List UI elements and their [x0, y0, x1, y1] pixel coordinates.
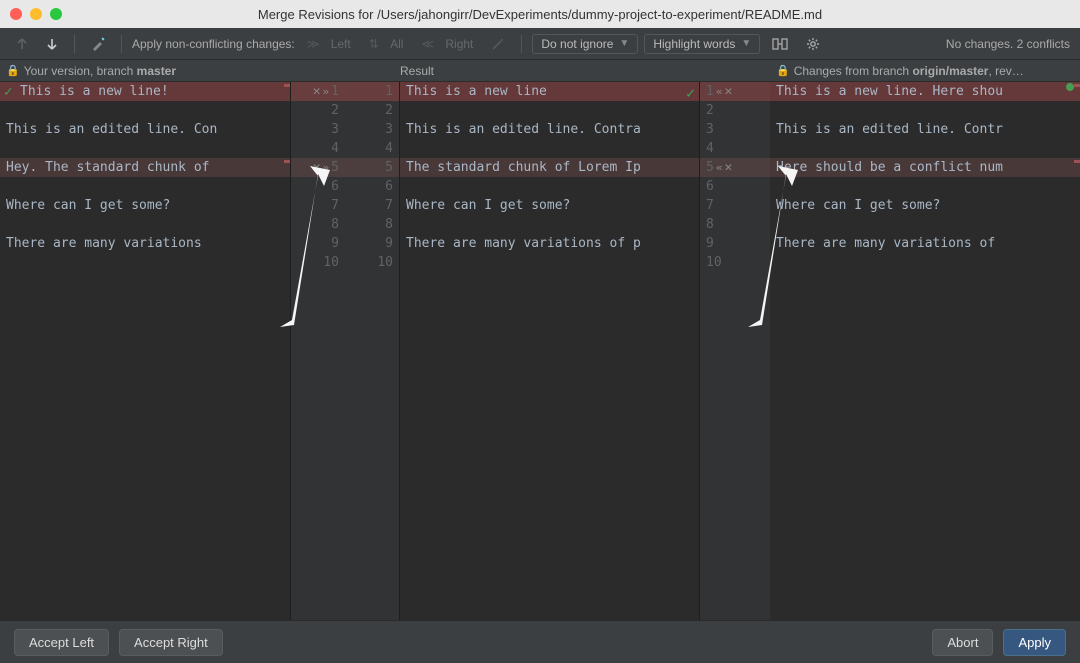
left-gutter: ✕»1 2 3 4 ✕»5 6 7 8 9 10 — [290, 82, 345, 620]
code-line — [770, 177, 1080, 196]
code-line — [0, 139, 290, 158]
code-line: The standard chunk of Lorem Ip — [400, 158, 699, 177]
merge-toolbar: Apply non-conflicting changes: ≫ Left ⇅ … — [0, 28, 1080, 60]
abort-button[interactable]: Abort — [932, 629, 993, 656]
accept-right-button[interactable]: Accept Right — [119, 629, 223, 656]
lock-icon: 🔒 — [776, 64, 790, 77]
insert-left-icon[interactable]: « — [716, 82, 723, 101]
code-line — [400, 215, 699, 234]
code-line — [0, 177, 290, 196]
apply-all-button[interactable]: ⇅ All — [363, 35, 410, 53]
code-line — [770, 139, 1080, 158]
merge-editor: ✓ This is a new line! This is an edited … — [0, 82, 1080, 620]
accept-check-icon: ✓ — [686, 84, 695, 103]
right-pane-header: 🔒 Changes from branch origin/master, rev… — [770, 60, 1080, 81]
apply-nonconflicting-label: Apply non-conflicting changes: — [132, 37, 295, 51]
code-line: This is an edited line. Contra — [400, 120, 699, 139]
lock-icon: 🔒 — [6, 64, 20, 77]
code-line: There are many variations of — [770, 234, 1080, 253]
reject-icon[interactable]: ✕ — [724, 82, 732, 101]
code-line: There are many variations of p — [400, 234, 699, 253]
zoom-window-button[interactable] — [50, 8, 62, 20]
right-gutter: 1«✕ 2 3 4 5«✕ 6 7 8 9 10 — [700, 82, 770, 620]
code-line: This is a new line — [400, 82, 699, 101]
wand-button[interactable] — [485, 35, 511, 53]
titlebar: Merge Revisions for /Users/jahongirr/Dev… — [0, 0, 1080, 28]
reject-icon[interactable]: ✕ — [313, 158, 321, 177]
code-line: There are many variations — [0, 234, 290, 253]
code-line — [0, 215, 290, 234]
result-pane-header: Result — [400, 60, 700, 81]
code-line: This is an edited line. Con — [0, 120, 290, 139]
code-line: This is a new line! — [0, 82, 290, 101]
highlight-dropdown[interactable]: Highlight words▼ — [644, 34, 760, 54]
result-pane[interactable]: This is a new line This is an edited lin… — [400, 82, 700, 620]
code-line: This is a new line. Here shou — [770, 82, 1080, 101]
prev-diff-button[interactable] — [10, 35, 34, 53]
code-line — [400, 139, 699, 158]
settings-button[interactable] — [800, 35, 826, 53]
left-header-text: Your version, branch master — [24, 64, 176, 78]
marker-dot-icon — [1066, 83, 1074, 91]
dialog-footer: Accept Left Accept Right Abort Apply — [0, 620, 1080, 663]
sync-scroll-button[interactable] — [766, 35, 794, 53]
code-line — [770, 215, 1080, 234]
reject-icon[interactable]: ✕ — [313, 82, 321, 101]
next-diff-button[interactable] — [40, 35, 64, 53]
pane-headers: 🔒 Your version, branch master Result 🔒 C… — [0, 60, 1080, 82]
code-line: Where can I get some? — [770, 196, 1080, 215]
left-pane-header: 🔒 Your version, branch master — [0, 60, 290, 81]
ignore-dropdown[interactable]: Do not ignore▼ — [532, 34, 638, 54]
code-line: Hey. The standard chunk of — [0, 158, 290, 177]
conflict-status: No changes. 2 conflicts — [946, 37, 1070, 51]
reject-icon[interactable]: ✕ — [724, 158, 732, 177]
code-line: Here should be a conflict num — [770, 158, 1080, 177]
code-line: Where can I get some? — [400, 196, 699, 215]
apply-left-button[interactable]: ≫ Left — [301, 35, 357, 53]
accept-check-icon: ✓ — [4, 83, 12, 102]
minimize-window-button[interactable] — [30, 8, 42, 20]
result-gutter: 1 2 3 4 5 6 7 8 9 10 — [345, 82, 400, 620]
insert-right-icon[interactable]: » — [323, 82, 330, 101]
code-line — [0, 101, 290, 120]
accept-left-button[interactable]: Accept Left — [14, 629, 109, 656]
window-title: Merge Revisions for /Users/jahongirr/Dev… — [10, 7, 1070, 22]
magic-resolve-button[interactable] — [85, 35, 111, 53]
apply-button[interactable]: Apply — [1003, 629, 1066, 656]
left-pane[interactable]: ✓ This is a new line! This is an edited … — [0, 82, 290, 620]
apply-right-button[interactable]: ≪ Right — [415, 35, 479, 53]
code-line — [400, 177, 699, 196]
right-pane[interactable]: This is a new line. Here shou This is an… — [770, 82, 1080, 620]
code-line — [400, 101, 699, 120]
insert-left-icon[interactable]: « — [716, 158, 723, 177]
right-header-text: Changes from branch origin/master, rev… — [794, 64, 1024, 78]
close-window-button[interactable] — [10, 8, 22, 20]
code-line: Where can I get some? — [0, 196, 290, 215]
code-line — [770, 101, 1080, 120]
insert-right-icon[interactable]: » — [323, 158, 330, 177]
code-line: This is an edited line. Contr — [770, 120, 1080, 139]
